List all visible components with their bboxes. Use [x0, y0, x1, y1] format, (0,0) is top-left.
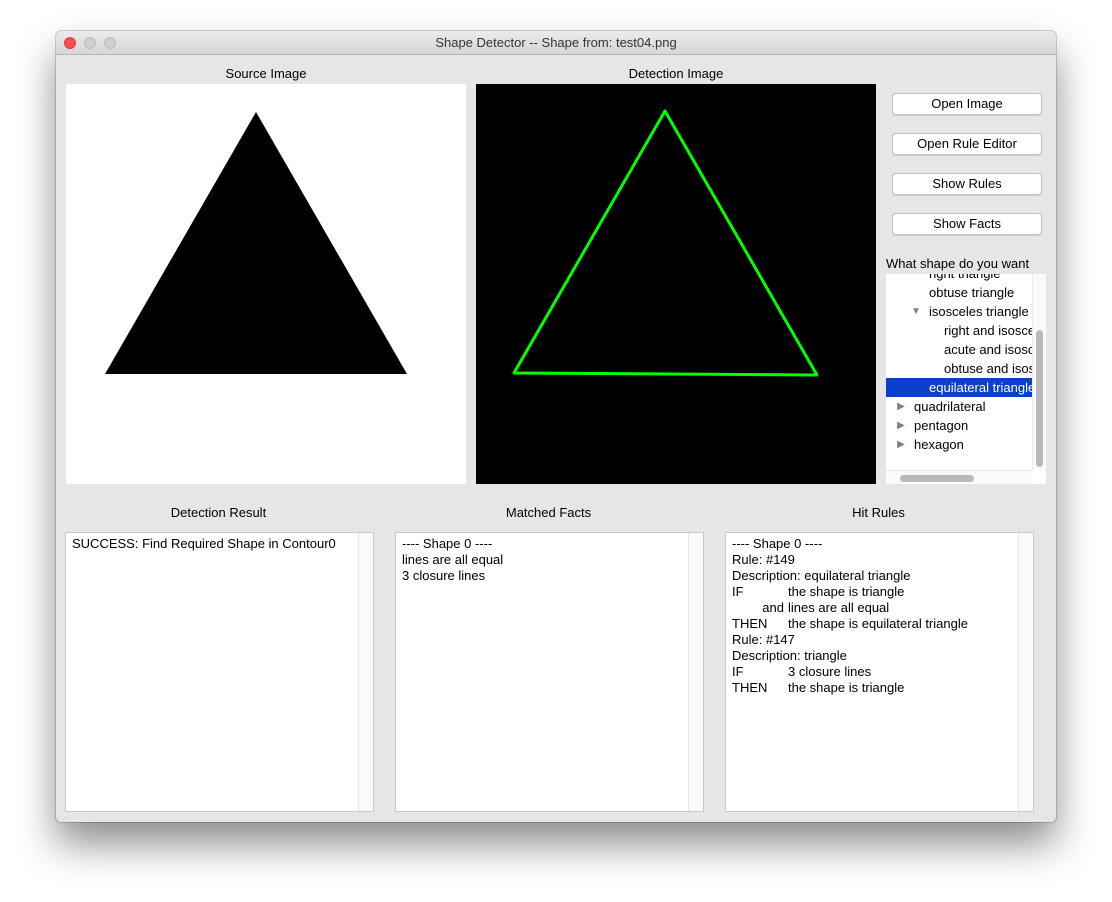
rule-text: Description: equilateral triangle [732, 568, 911, 583]
rule-keyword: IF [732, 584, 744, 599]
rule-text: the shape is triangle [788, 680, 905, 695]
tree-item[interactable]: ▶ quadrilateral [886, 397, 1032, 416]
tree-item-label: isosceles triangle [929, 304, 1029, 319]
text-line: lines are all equal [402, 552, 504, 567]
rule-keyword: THEN [732, 680, 768, 695]
tree-vertical-scrollbar[interactable] [1032, 274, 1046, 470]
detection-result-label: Detection Result [170, 505, 267, 520]
open-rule-editor-button[interactable]: Open Rule Editor [892, 133, 1042, 155]
hit-rules-scrollbar[interactable] [1018, 533, 1033, 811]
rule-line: Rule: #149 [732, 552, 1013, 568]
shape-tree-list: right triangle obtuse triangle ▼ isosceles … [886, 274, 1032, 454]
detection-image [476, 84, 876, 484]
tree-item-label: right triangle [929, 274, 1001, 283]
tree-vertical-scroll-thumb[interactable] [1036, 330, 1043, 467]
rule-text: Rule: #149 [732, 552, 795, 567]
rule-line: THEN the shape is triangle [732, 680, 1013, 696]
tree-item-label: quadrilateral [914, 399, 986, 414]
tree-horizontal-scroll-thumb[interactable] [900, 475, 974, 482]
tree-item-label: obtuse triangle [929, 285, 1015, 300]
rule-keyword: THEN [732, 616, 768, 631]
title-bar: Shape Detector -- Shape from: test04.png [56, 31, 1056, 55]
rule-text: Description: triangle [732, 648, 847, 663]
rule-line: Description: equilateral triangle [732, 568, 1013, 584]
tree-item-label: right and isosceles triangle [944, 323, 1032, 338]
tree-item-label: hexagon [914, 437, 964, 452]
show-rules-button[interactable]: Show Rules [892, 173, 1042, 195]
detection-result-textbox[interactable]: SUCCESS: Find Required Shape in Contour0 [65, 532, 374, 812]
hit-rules-label: Hit Rules [852, 505, 905, 520]
rule-line: and lines are all equal [732, 600, 1013, 616]
source-image-label: Source Image [225, 66, 307, 81]
disclosure-expanded-icon[interactable]: ▼ [911, 302, 921, 321]
shape-tree[interactable]: right triangle obtuse triangle ▼ isosceles … [886, 274, 1046, 484]
shape-tree-label: What shape do you want [886, 256, 1030, 271]
tree-item-label: pentagon [914, 418, 969, 433]
tree-item[interactable]: ▶ hexagon [886, 435, 1032, 454]
disclosure-collapsed-icon[interactable]: ▶ [896, 435, 906, 454]
rule-keyword: and [762, 600, 784, 615]
tree-item-label: acute and isosceles triangle [944, 342, 1032, 357]
tree-horizontal-scrollbar[interactable] [886, 470, 1032, 484]
tree-item-label: equilateral triangle [929, 380, 1032, 395]
rule-line: ---- Shape 0 ---- [732, 536, 1013, 552]
source-image [66, 84, 466, 484]
detection-result-text: SUCCESS: Find Required Shape in Contour0 [72, 536, 353, 552]
tree-item[interactable]: acute and isosceles triangle [886, 340, 1032, 359]
rule-line: Description: triangle [732, 648, 1013, 664]
disclosure-collapsed-icon[interactable]: ▶ [896, 416, 906, 435]
rule-text: Rule: #147 [732, 632, 795, 647]
tree-item[interactable]: obtuse triangle [886, 283, 1032, 302]
tree-item-label: obtuse and isosceles triangle [944, 361, 1032, 376]
detection-result-scrollbar[interactable] [358, 533, 373, 811]
text-line: 3 closure lines [402, 568, 486, 583]
disclosure-collapsed-icon[interactable]: ▶ [896, 397, 906, 416]
window-title: Shape Detector -- Shape from: test04.png [435, 35, 677, 50]
rule-text: the shape is triangle [788, 584, 905, 599]
matched-facts-text: ---- Shape 0 ---- lines are all equal 3 cl… [402, 536, 683, 584]
tree-item[interactable]: obtuse and isosceles triangle [886, 359, 1032, 378]
detection-image-background [476, 84, 876, 484]
tree-item[interactable]: ▶ pentagon [886, 416, 1032, 435]
tree-item[interactable]: right and isosceles triangle [886, 321, 1032, 340]
rule-line: IF 3 closure lines [732, 664, 1013, 680]
rule-line: Rule: #147 [732, 632, 1013, 648]
hit-rules-textbox[interactable]: ---- Shape 0 ---- Rule: #149 Description: … [725, 532, 1034, 812]
rule-line: IF the shape is triangle [732, 584, 1013, 600]
detection-image-label: Detection Image [628, 66, 724, 81]
show-facts-button[interactable]: Show Facts [892, 213, 1042, 235]
matched-facts-textbox[interactable]: ---- Shape 0 ---- lines are all equal 3 cl… [395, 532, 704, 812]
text-line: SUCCESS: Find Required Shape in Contour0 [72, 536, 336, 551]
matched-facts-label: Matched Facts [505, 505, 592, 520]
rule-keyword: IF [732, 664, 744, 679]
rule-text: lines are all equal [788, 600, 890, 615]
rule-text: 3 closure lines [788, 664, 872, 679]
tree-item[interactable]: equilateral triangle [886, 378, 1032, 397]
rule-text: ---- Shape 0 ---- [732, 536, 823, 551]
tree-item[interactable]: right triangle [886, 274, 1032, 283]
open-image-button[interactable]: Open Image [892, 93, 1042, 115]
rule-line: THEN the shape is equilateral triangle [732, 616, 1013, 632]
text-line: ---- Shape 0 ---- [402, 536, 493, 551]
hit-rules-text: ---- Shape 0 ---- Rule: #149 Description: … [732, 536, 1013, 696]
rule-text: the shape is equilateral triangle [788, 616, 968, 631]
tree-item[interactable]: ▼ isosceles triangle [886, 302, 1032, 321]
app-window: Shape Detector -- Shape from: test04.png… [56, 31, 1056, 822]
matched-facts-scrollbar[interactable] [688, 533, 703, 811]
